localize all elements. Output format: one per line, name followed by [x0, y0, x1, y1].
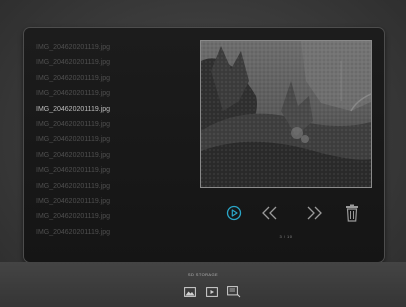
file-list-item[interactable]: IMG_204620201119.jpg: [36, 209, 186, 224]
image-counter: 3 / 10: [279, 234, 293, 239]
file-list-item[interactable]: IMG_204620201119.jpg: [36, 86, 186, 101]
file-list-item-selected[interactable]: IMG_204620201119.jpg: [36, 102, 186, 117]
file-list-item[interactable]: IMG_204620201119.jpg: [36, 71, 186, 86]
preview-photo: [201, 41, 371, 187]
file-list-item[interactable]: IMG_204620201119.jpg: [36, 55, 186, 70]
file-list[interactable]: IMG_204620201119.jpg IMG_204620201119.jp…: [36, 40, 186, 240]
storage-label: SD STORAGE: [187, 272, 219, 277]
file-list-item[interactable]: IMG_204620201119.jpg: [36, 225, 186, 240]
image-preview: [200, 40, 372, 188]
file-list-item[interactable]: IMG_204620201119.jpg: [36, 163, 186, 178]
bottom-mode-bar: SD STORAGE: [0, 262, 406, 307]
file-list-item[interactable]: IMG_204620201119.jpg: [36, 179, 186, 194]
playback-controls: [200, 202, 372, 226]
photo-mode-icon[interactable]: [183, 286, 197, 298]
file-list-item[interactable]: IMG_204620201119.jpg: [36, 148, 186, 163]
trash-icon[interactable]: [342, 202, 362, 224]
media-browser-panel: IMG_204620201119.jpg IMG_204620201119.jp…: [24, 28, 384, 262]
file-list-item[interactable]: IMG_204620201119.jpg: [36, 132, 186, 147]
play-circle-icon[interactable]: [224, 202, 244, 224]
double-chevron-left-icon[interactable]: [260, 202, 280, 224]
gallery-page: IMG_204620201119.jpg IMG_204620201119.jp…: [0, 0, 406, 307]
file-list-item[interactable]: IMG_204620201119.jpg: [36, 40, 186, 55]
file-list-item[interactable]: IMG_204620201119.jpg: [36, 194, 186, 209]
file-list-item[interactable]: IMG_204620201119.jpg: [36, 117, 186, 132]
double-chevron-right-icon[interactable]: [304, 202, 324, 224]
settings-mode-icon[interactable]: [227, 286, 241, 298]
video-mode-icon[interactable]: [205, 286, 219, 298]
